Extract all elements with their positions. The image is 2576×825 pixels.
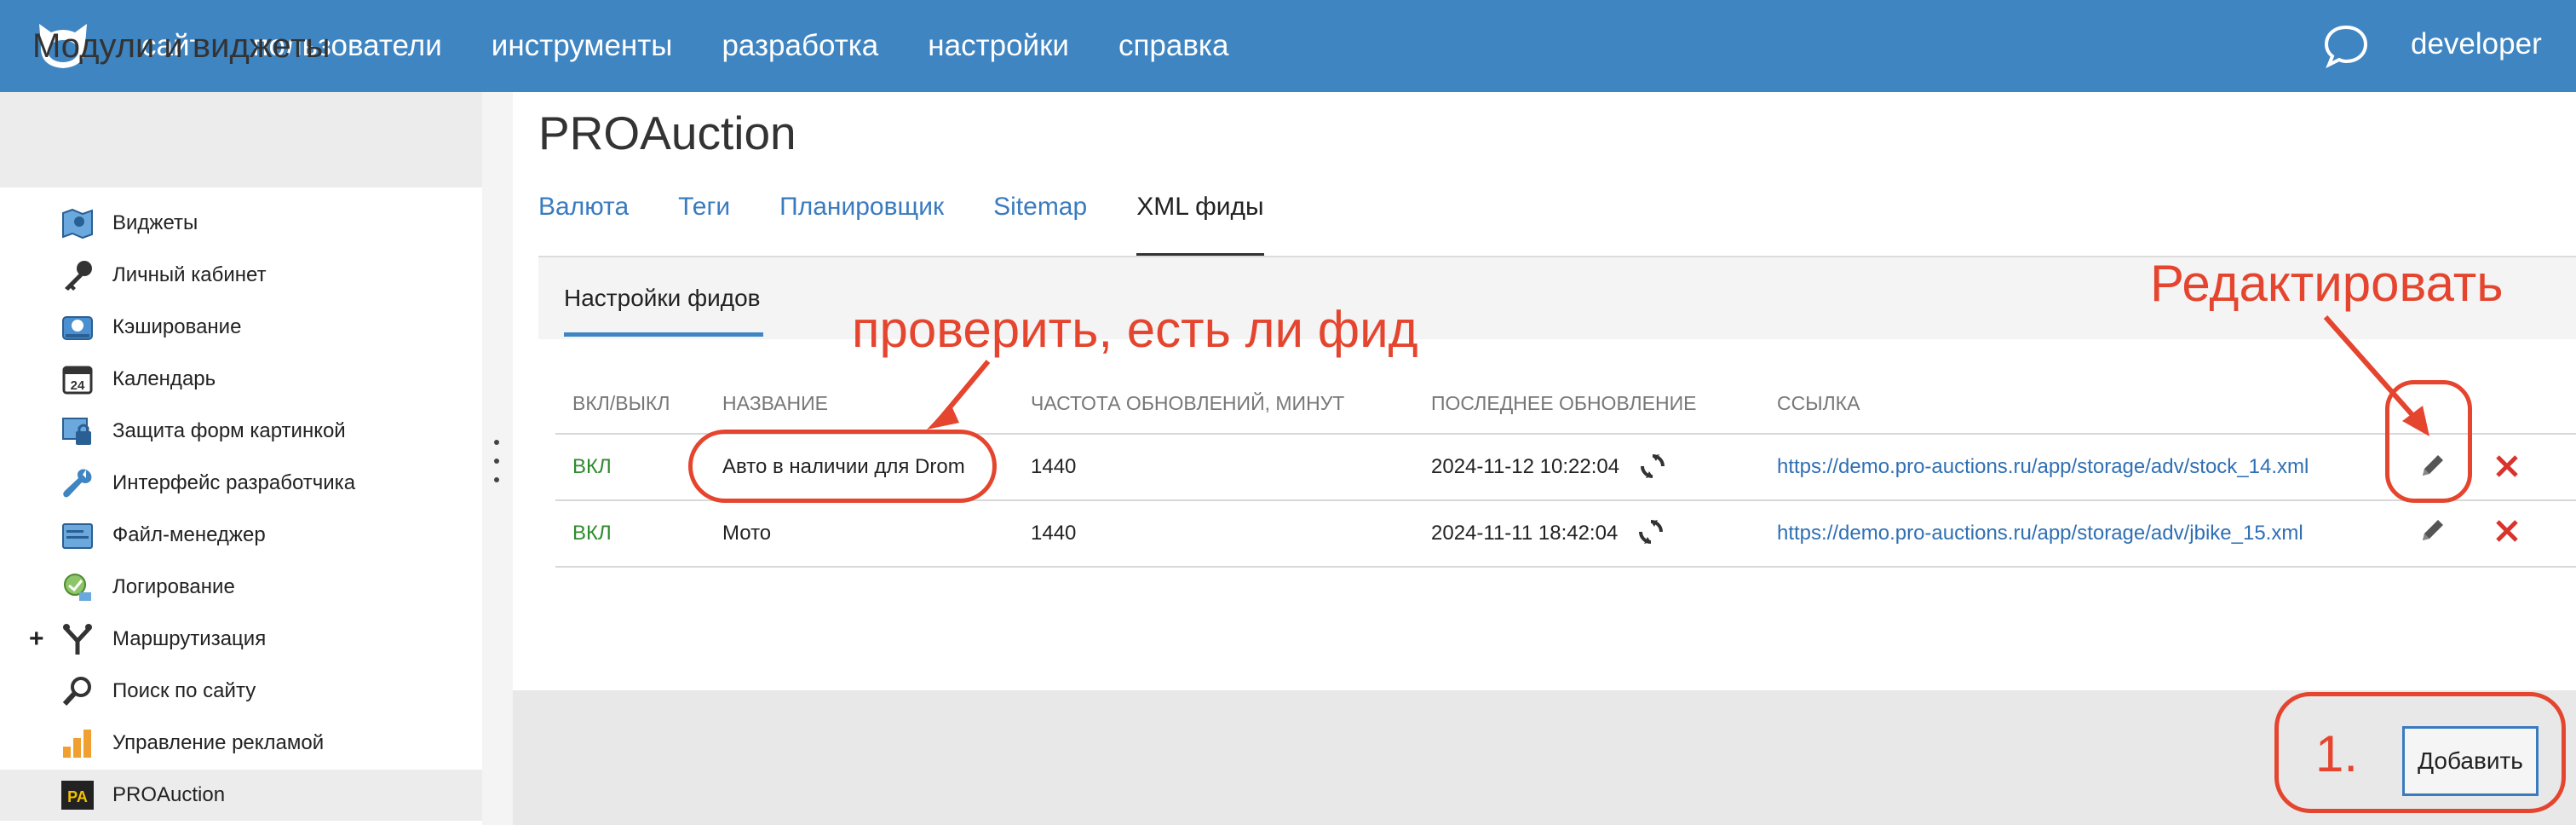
edit-pencil-icon[interactable] — [2418, 516, 2447, 545]
status-on[interactable]: ВКЛ — [572, 522, 612, 545]
resize-dot — [494, 459, 499, 464]
sidebar-item-logging[interactable]: Логирование — [0, 562, 482, 613]
feed-frequency: 1440 — [1031, 522, 1077, 545]
feed-frequency: 1440 — [1031, 455, 1077, 478]
feed-updated: 2024-11-12 10:22:04 — [1431, 455, 1620, 478]
annotation-check-feed: проверить, есть ли фид — [852, 301, 1418, 358]
sidebar-item-captcha[interactable]: Защита форм картинкой — [0, 406, 482, 457]
user-menu[interactable]: developer — [2411, 27, 2542, 61]
subtab-feed-settings[interactable]: Настройки фидов — [564, 285, 761, 312]
sidebar-item-label: Личный кабинет — [112, 263, 267, 286]
sidebar-item-label: PROAuction — [112, 783, 226, 806]
nav-tools[interactable]: инструменты — [492, 29, 673, 63]
feed-url-link[interactable]: https://demo.pro-auctions.ru/app/storage… — [1777, 455, 2309, 479]
annotation-ring-add — [2274, 692, 2566, 813]
resize-dot — [494, 477, 499, 482]
sidebar-item-caching[interactable]: Кэширование — [0, 302, 482, 353]
captcha-icon — [60, 413, 95, 449]
column-header-frequency: ЧАСТОТА ОБНОВЛЕНИЙ, МИНУТ — [1031, 392, 1345, 414]
column-header-link: ССЫЛКА — [1777, 392, 1860, 414]
annotation-ring-edit — [2385, 380, 2472, 503]
actions-footer — [513, 690, 2576, 825]
annotation-edit: Редактировать — [2150, 255, 2504, 312]
pa-icon: PA — [60, 777, 95, 813]
sidebar-item-label: Календарь — [112, 367, 216, 390]
column-header-updated: ПОСЛЕДНЕЕ ОБНОВЛЕНИЕ — [1431, 392, 1697, 414]
chat-icon[interactable] — [2322, 22, 2370, 70]
folder-icon — [60, 517, 95, 553]
annotation-ring-feed-name — [688, 430, 997, 503]
sidebar-item-dev-interface[interactable]: Интерфейс разработчика — [0, 458, 482, 509]
map-icon — [60, 205, 95, 241]
nav-development[interactable]: разработка — [722, 29, 878, 63]
sidebar-item-account[interactable]: Личный кабинет — [0, 250, 482, 301]
resize-dot — [494, 440, 499, 445]
column-header-status: ВКЛ/ВЫКЛ — [572, 392, 670, 414]
sidebar-header — [0, 92, 482, 188]
tab-sitemap[interactable]: Sitemap — [993, 193, 1087, 257]
sidebar-item-routing[interactable]: + Маршрутизация — [0, 614, 482, 665]
sidebar-item-label: Интерфейс разработчика — [112, 471, 356, 494]
search-icon — [60, 673, 95, 709]
tab-currency[interactable]: Валюта — [538, 193, 629, 257]
nav-settings[interactable]: настройки — [928, 29, 1069, 63]
feed-updated: 2024-11-11 18:42:04 — [1431, 522, 1619, 545]
sidebar-item-ads[interactable]: Управление рекламой — [0, 718, 482, 769]
sidebar-item-label: Маршрутизация — [112, 627, 267, 650]
sidebar-item-site-search[interactable]: Поиск по сайту — [0, 666, 482, 717]
table-divider — [555, 566, 2576, 568]
sidebar-item-widgets[interactable]: Виджеты — [0, 198, 482, 249]
tab-bar: Валюта Теги Планировщик Sitemap XML фиды — [538, 193, 1314, 257]
delete-x-icon[interactable] — [2493, 516, 2521, 545]
sidebar-item-label: Кэширование — [112, 315, 242, 338]
sidebar-item-label: Поиск по сайту — [112, 679, 256, 702]
bar-chart-icon — [60, 725, 95, 761]
feed-name: Мото — [722, 522, 772, 545]
delete-x-icon[interactable] — [2493, 452, 2521, 481]
wrench-icon — [60, 465, 95, 501]
sidebar-item-proauction[interactable]: PA PROAuction — [0, 770, 482, 821]
key-icon — [60, 257, 95, 293]
expand-icon[interactable]: + — [29, 625, 44, 654]
log-icon — [60, 569, 95, 605]
svg-text:PA: PA — [67, 788, 88, 805]
feed-url-link[interactable]: https://demo.pro-auctions.ru/app/storage… — [1777, 522, 2303, 545]
route-icon — [60, 621, 95, 657]
tab-xml-feeds[interactable]: XML фиды — [1136, 193, 1265, 257]
refresh-icon[interactable] — [1637, 518, 1665, 545]
refresh-icon[interactable] — [1639, 453, 1666, 480]
tab-scheduler[interactable]: Планировщик — [779, 193, 944, 257]
sidebar-item-file-manager[interactable]: Файл-менеджер — [0, 510, 482, 561]
sidebar-title: Модули и виджеты — [32, 27, 331, 65]
sidebar-item-label: Виджеты — [112, 211, 198, 234]
sidebar-item-label: Защита форм картинкой — [112, 419, 346, 442]
sidebar-item-label: Файл-менеджер — [112, 523, 266, 546]
sidebar-item-label: Управление рекламой — [112, 731, 325, 754]
sidebar-item-calendar[interactable]: 24 Календарь — [0, 354, 482, 405]
page-title: PROAuction — [538, 107, 796, 159]
calendar-icon: 24 — [60, 361, 95, 397]
column-header-name: НАЗВАНИЕ — [722, 392, 828, 414]
sidebar-item-label: Логирование — [112, 575, 235, 598]
nav-help[interactable]: справка — [1118, 29, 1229, 63]
svg-text:24: 24 — [71, 378, 85, 393]
status-on[interactable]: ВКЛ — [572, 455, 612, 479]
hard-drive-icon — [60, 309, 95, 345]
tab-tags[interactable]: Теги — [678, 193, 730, 257]
subtab-underline — [564, 332, 763, 337]
